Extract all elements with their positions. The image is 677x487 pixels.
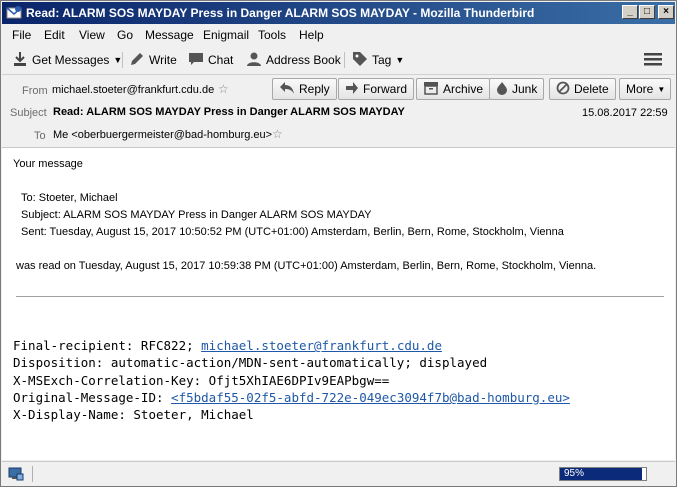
delete-circle-icon — [556, 81, 570, 98]
download-icon — [12, 51, 28, 70]
menu-tools[interactable]: Tools — [258, 28, 286, 42]
menu-help[interactable]: Help — [299, 28, 324, 42]
final-recipient-link[interactable]: michael.stoeter@frankfurt.cdu.de — [201, 338, 442, 353]
message-body: Your message To: Stoeter, Michael Subjec… — [2, 147, 675, 460]
original-message-id-link[interactable]: <f5bdaf55-02f5-abfd-722e-049ec3094f7b@ba… — [171, 390, 570, 405]
write-label: Write — [149, 53, 177, 67]
close-button[interactable]: × — [658, 5, 674, 19]
get-messages-button[interactable]: Get Messages ▼ — [12, 50, 122, 70]
address-book-label: Address Book — [266, 53, 341, 67]
status-bar: 95% — [2, 461, 675, 486]
status-divider — [32, 466, 33, 482]
menu-edit[interactable]: Edit — [44, 28, 65, 42]
final-recipient-label: Final-recipient: RFC822; — [13, 338, 202, 353]
junk-flame-icon — [496, 81, 508, 98]
archive-box-icon — [423, 81, 439, 98]
from-value[interactable]: michael.stoeter@frankfurt.cdu.de — [52, 84, 214, 96]
chat-bubble-icon — [188, 51, 204, 70]
from-label: From — [22, 85, 48, 97]
forward-button[interactable]: Forward — [338, 78, 415, 100]
chat-label: Chat — [208, 53, 234, 67]
app-menu-button[interactable] — [644, 50, 662, 70]
star-icon[interactable]: ☆ — [272, 127, 283, 141]
menu-bar: File Edit View Go Message Enigmail Tools… — [2, 25, 675, 45]
chevron-down-icon: ▼ — [395, 55, 405, 65]
sent-line: Sent: Tuesday, August 15, 2017 10:50:52 … — [21, 226, 564, 238]
progress-text: 95% — [564, 468, 585, 479]
online-status-icon[interactable] — [8, 466, 24, 485]
window-title: Read: ALARM SOS MAYDAY Press in Danger A… — [26, 6, 535, 20]
more-button[interactable]: More ▼ — [619, 78, 671, 100]
message-header: From michael.stoeter@frankfurt.cdu.de ☆ … — [2, 75, 675, 147]
menu-go[interactable]: Go — [117, 28, 133, 42]
star-icon[interactable]: ☆ — [218, 82, 229, 96]
title-bar[interactable]: Read: ALARM SOS MAYDAY Press in Danger A… — [2, 2, 675, 24]
toolbar-divider — [344, 52, 345, 68]
disposition-line: Disposition: automatic-action/MDN-sent-a… — [13, 355, 488, 370]
junk-label: Junk — [512, 82, 538, 96]
pencil-icon — [129, 51, 145, 70]
original-message-id-label: Original-Message-ID: — [13, 390, 172, 405]
to-line: To: Stoeter, Michael — [21, 192, 118, 204]
archive-button[interactable]: Archive — [416, 78, 491, 100]
write-button[interactable]: Write — [129, 50, 177, 70]
junk-button[interactable]: Junk — [489, 78, 545, 100]
menu-message[interactable]: Message — [145, 28, 194, 42]
more-label: More — [626, 82, 654, 96]
menu-view[interactable]: View — [79, 28, 105, 42]
toolbar-divider — [122, 52, 123, 68]
forward-arrow-icon — [345, 81, 359, 98]
delete-label: Delete — [574, 82, 609, 96]
chat-button[interactable]: Chat — [188, 50, 233, 70]
final-recipient-line: Final-recipient: RFC822; michael.stoeter… — [13, 338, 442, 353]
progress-bar: 95% — [559, 467, 647, 481]
to-label: To — [34, 130, 46, 142]
display-name-line: X-Display-Name: Stoeter, Michael — [13, 407, 254, 422]
menu-file[interactable]: File — [12, 28, 31, 42]
hamburger-menu-icon — [644, 52, 662, 69]
minimize-button[interactable]: _ — [622, 5, 638, 19]
tag-label: Tag — [372, 53, 392, 67]
date-value: 15.08.2017 22:59 — [582, 107, 668, 119]
person-icon — [246, 51, 262, 70]
chevron-down-icon: ▼ — [657, 84, 666, 94]
chevron-down-icon[interactable]: ▼ — [113, 55, 122, 65]
reply-button[interactable]: Reply — [272, 78, 337, 100]
read-line: was read on Tuesday, August 15, 2017 10:… — [16, 260, 597, 272]
tag-icon — [352, 51, 368, 70]
menu-enigmail[interactable]: Enigmail — [203, 28, 249, 42]
address-book-button[interactable]: Address Book — [246, 50, 341, 70]
divider — [16, 296, 664, 297]
subject-line: Subject: ALARM SOS MAYDAY Press in Dange… — [21, 209, 372, 221]
app-window: Read: ALARM SOS MAYDAY Press in Danger A… — [0, 0, 677, 487]
correlation-key-line: X-MSExch-Correlation-Key: Ofjt5XhIAE6DPI… — [13, 373, 390, 388]
maximize-button[interactable]: □ — [639, 5, 655, 19]
main-toolbar: Get Messages ▼ Write Chat Address Book T… — [2, 46, 675, 75]
original-message-id-line: Original-Message-ID: <f5bdaf55-02f5-abfd… — [13, 390, 570, 405]
reply-label: Reply — [299, 82, 330, 96]
thunderbird-app-icon — [6, 5, 22, 21]
tag-button[interactable]: Tag ▼ — [352, 50, 404, 70]
reply-arrow-icon — [279, 81, 295, 98]
forward-label: Forward — [363, 82, 408, 96]
intro-text: Your message — [13, 158, 83, 170]
archive-label: Archive — [443, 82, 484, 96]
subject-value: Read: ALARM SOS MAYDAY Press in Danger A… — [53, 106, 405, 118]
get-messages-label: Get Messages — [32, 53, 110, 67]
delete-button[interactable]: Delete — [549, 78, 616, 100]
to-value[interactable]: Me <oberbuergermeister@bad-homburg.eu> — [53, 129, 272, 141]
subject-label: Subject — [10, 107, 47, 119]
